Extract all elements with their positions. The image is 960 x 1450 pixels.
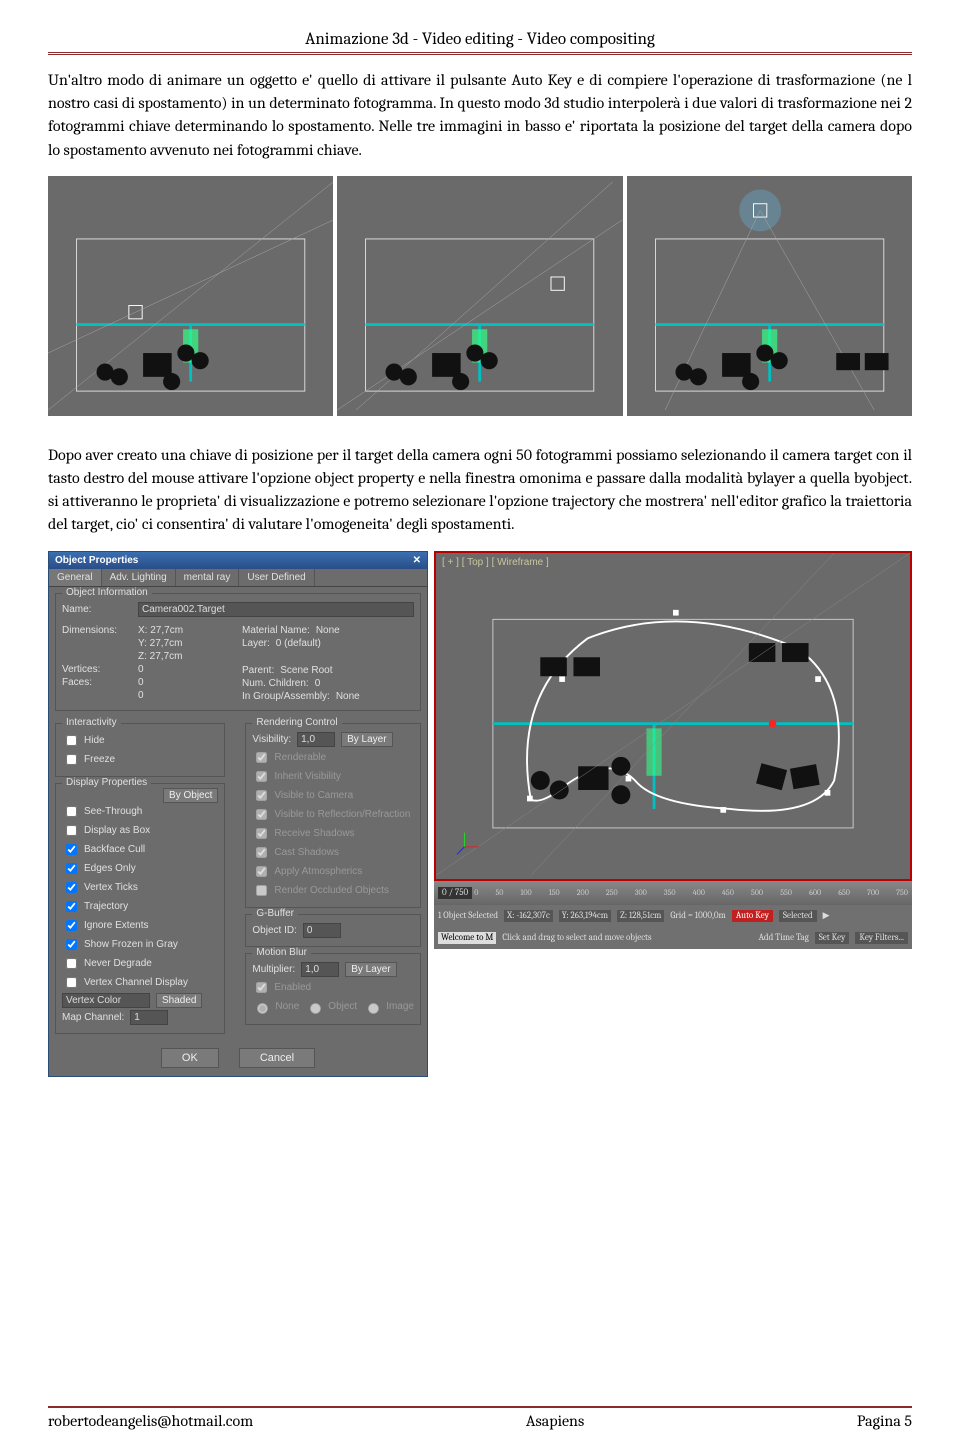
section-mblur: Motion Blur Multiplier:1,0By Layer Enabl… [245,953,421,1025]
section-rendering: Rendering Control Visibility:1,0By Layer… [245,723,421,908]
footer-center: Asapiens [526,1412,584,1430]
floorplan-2 [337,176,622,416]
section-interactivity: Interactivity Hide Freeze [55,723,225,777]
bylayer-button[interactable]: By Layer [341,732,392,747]
viewport-top[interactable]: [ + ] [ Top ] [ Wireframe ] [434,551,912,881]
autokey-button[interactable]: Auto Key [732,910,773,922]
byobject-button[interactable]: By Object [163,788,218,803]
tab-mentalray[interactable]: mental ray [176,569,240,586]
status-bar-1: 1 Object Selected X: -162,307c Y: 263,19… [434,905,912,927]
status-bar-2: Welcome to M Click and drag to select an… [434,927,912,949]
chk-displayasbox[interactable]: Display as Box [62,822,218,839]
vertexcolor-field[interactable]: Vertex Color [62,993,150,1008]
page-footer: robertodeangelis@hotmail.com Asapiens Pa… [48,1406,912,1430]
chk-ignoreextents[interactable]: Ignore Extents [62,917,218,934]
timeline[interactable]: 0 / 750 05010015020025030035040045050055… [434,881,912,905]
name-label: Name: [62,604,132,615]
viewport-label[interactable]: [ + ] [ Top ] [ Wireframe ] [442,557,549,568]
page-header: Animazione 3d - Video editing - Video co… [48,30,912,55]
object-properties-dialog: Object Properties ✕ General Adv. Lightin… [48,551,428,1077]
chk-showfrozen[interactable]: Show Frozen in Gray [62,936,218,953]
floorplan-row [48,176,912,416]
setkey-button[interactable]: Set Key [815,932,850,944]
cancel-button[interactable]: Cancel [239,1048,315,1068]
tab-general[interactable]: General [49,569,102,586]
chk-neverdegrade[interactable]: Never Degrade [62,955,218,972]
section-gbuffer: G-Buffer Object ID:0 [245,914,421,947]
chk-freeze[interactable]: Freeze [62,751,218,768]
play-icon[interactable]: ▶ [823,911,830,921]
section-object-info: Object Information Name:Camera002.Target… [55,593,421,711]
floorplan-1 [48,176,333,416]
chk-vertexticks[interactable]: Vertex Ticks [62,879,218,896]
name-field[interactable]: Camera002.Target [138,602,414,617]
chk-trajectory[interactable]: Trajectory [62,898,218,915]
tab-advlighting[interactable]: Adv. Lighting [102,569,176,586]
paragraph-2: Dopo aver creato una chiave di posizione… [48,444,912,537]
floorplan-3 [627,176,912,416]
section-display: Display Properties By Object See-Through… [55,783,225,1034]
footer-email: robertodeangelis@hotmail.com [48,1412,253,1430]
chk-edgesonly[interactable]: Edges Only [62,860,218,877]
objid-field[interactable]: 0 [303,923,341,938]
paragraph-1: Un'altro modo di animare un oggetto e' q… [48,69,912,162]
chk-seethrough[interactable]: See-Through [62,803,218,820]
ok-button[interactable]: OK [161,1048,219,1068]
close-icon[interactable]: ✕ [413,555,421,566]
dialog-titlebar[interactable]: Object Properties ✕ [49,552,427,569]
chk-hide[interactable]: Hide [62,732,218,749]
tab-userdefined[interactable]: User Defined [239,569,314,586]
footer-page: Pagina 5 [857,1412,912,1430]
chk-backface[interactable]: Backface Cull [62,841,218,858]
dialog-tabs: General Adv. Lighting mental ray User De… [49,569,427,587]
keyfilters-button[interactable]: Key Filters... [855,932,908,944]
timeline-ticks: 0501001502002503003504004505005506006507… [474,888,908,897]
dialog-title: Object Properties [55,555,138,566]
mapchannel-field[interactable]: 1 [130,1010,168,1025]
chk-vertexchan[interactable]: Vertex Channel Display [62,974,218,991]
shaded-button[interactable]: Shaded [156,993,202,1008]
